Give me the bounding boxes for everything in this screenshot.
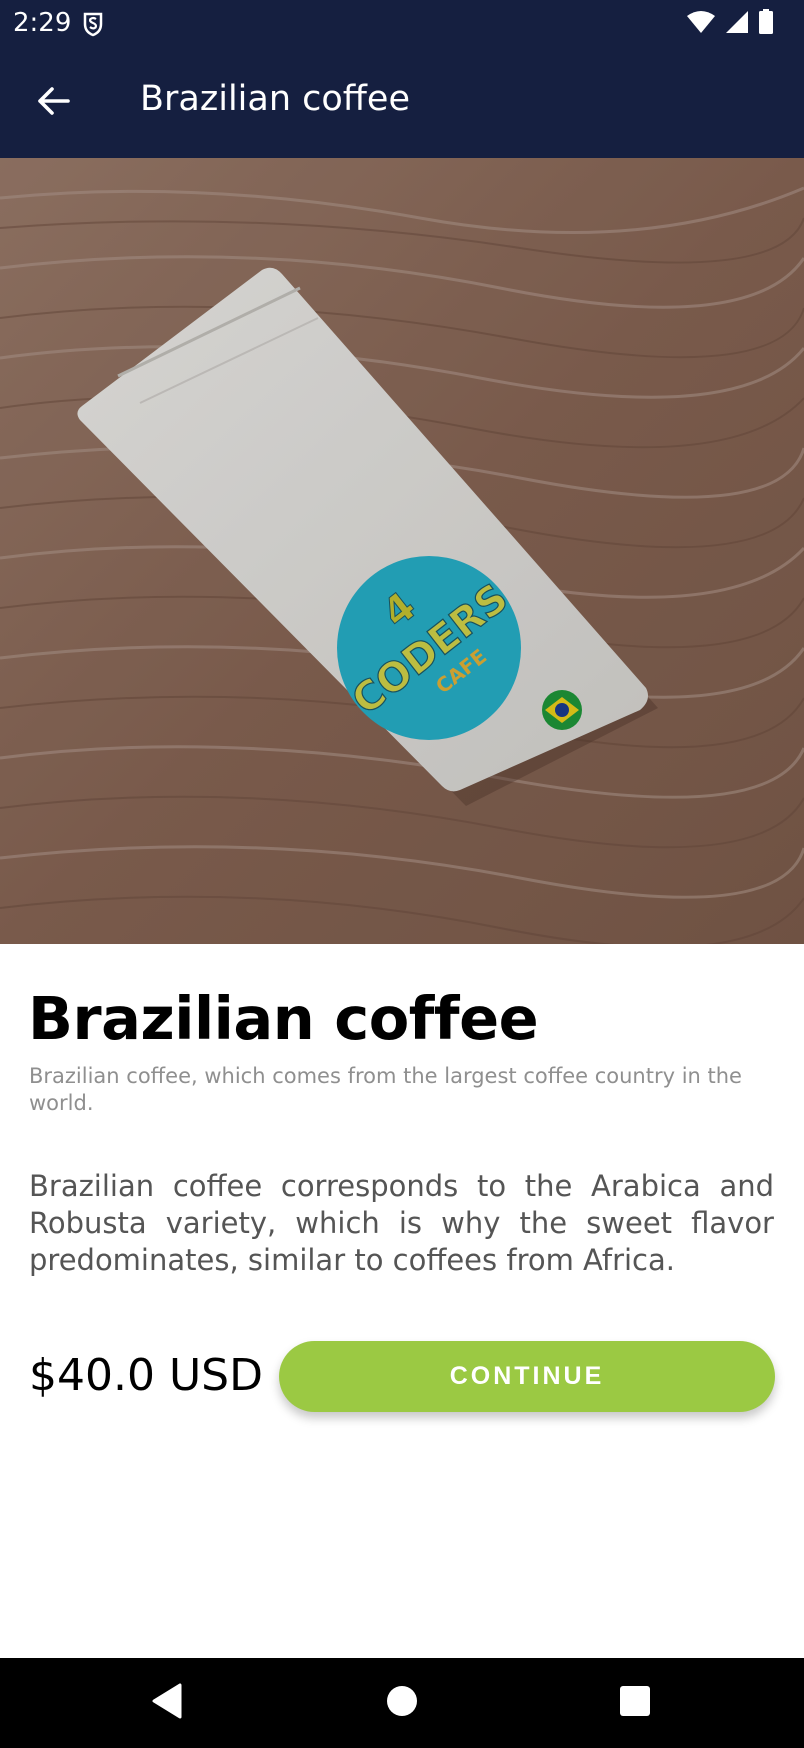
app-bar: Brazilian coffee bbox=[0, 48, 804, 158]
battery-icon bbox=[758, 9, 774, 39]
status-time: 2:29 bbox=[13, 8, 72, 38]
continue-button[interactable]: CONTINUE bbox=[279, 1341, 775, 1412]
arrow-left-icon bbox=[36, 86, 70, 120]
back-triangle-icon bbox=[151, 1683, 183, 1723]
status-icons bbox=[686, 9, 774, 39]
product-price: $40.0 USD bbox=[29, 1350, 263, 1401]
product-title: Brazilian coffee bbox=[28, 984, 539, 1053]
navigation-bar bbox=[0, 1658, 804, 1748]
hero-image: 4 CODERS CAFE bbox=[0, 158, 804, 944]
status-bar: 2:29 bbox=[0, 0, 804, 48]
home-circle-icon bbox=[386, 1685, 418, 1721]
app-bar-title: Brazilian coffee bbox=[140, 79, 410, 119]
wifi-icon bbox=[686, 10, 716, 38]
product-subtitle: Brazilian coffee, which comes from the l… bbox=[29, 1064, 742, 1115]
nav-recents-button[interactable] bbox=[580, 1658, 690, 1748]
signal-icon bbox=[724, 10, 750, 38]
nav-home-button[interactable] bbox=[347, 1658, 457, 1748]
nav-back-button[interactable] bbox=[112, 1658, 222, 1748]
back-button[interactable] bbox=[22, 72, 84, 134]
product-description: Brazilian coffee corresponds to the Arab… bbox=[29, 1169, 774, 1277]
shield-s-icon bbox=[82, 11, 104, 37]
recents-square-icon bbox=[619, 1685, 651, 1721]
